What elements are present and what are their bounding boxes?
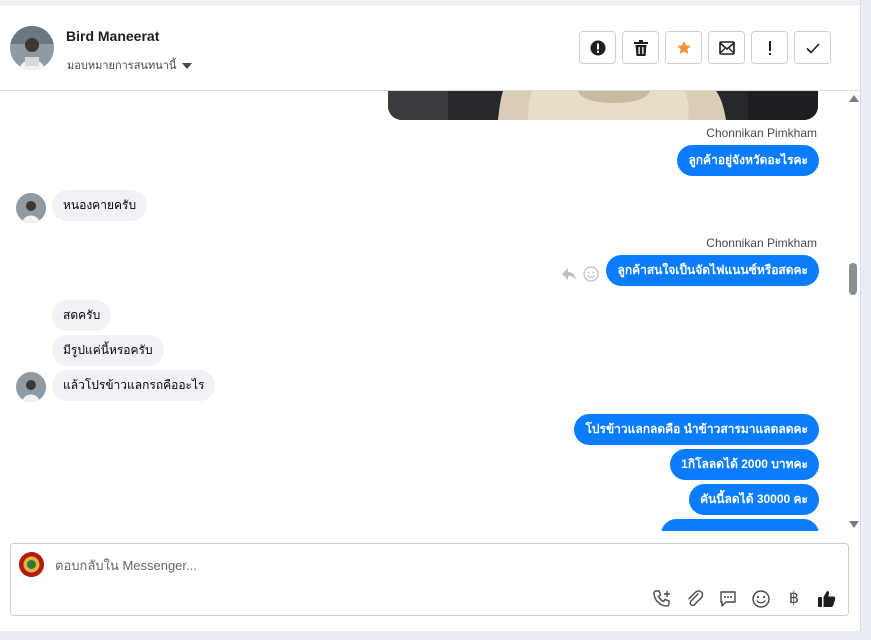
move-to-spam-button[interactable] — [751, 31, 788, 64]
incoming-message[interactable]: สดครับ — [52, 300, 112, 331]
outgoing-message[interactable]: โปรข้าวแลกลดคือ นำข้าวสารมาแลดลดคะ — [574, 414, 819, 445]
sender-name: Chonnikan Pimkham — [706, 126, 817, 140]
saved-reply-icon — [720, 591, 736, 607]
reply-composer: ฿ — [10, 543, 849, 616]
sender-name: Chonnikan Pimkham — [706, 236, 817, 250]
attach-file-button[interactable] — [684, 588, 706, 610]
conversation-actions — [579, 31, 831, 64]
saved-replies-button[interactable] — [717, 588, 739, 610]
messenger-inbox-window: Bird Maneerat มอบหมายการสนทนานี้ Chonnik… — [0, 0, 861, 631]
delete-button[interactable] — [622, 31, 659, 64]
trash-icon — [633, 39, 648, 56]
incoming-message[interactable]: หนองคายครับ — [52, 190, 148, 221]
customer-avatar-small[interactable] — [16, 193, 46, 223]
mark-follow-up-button[interactable] — [579, 31, 616, 64]
add-call-icon — [653, 590, 670, 607]
check-icon — [805, 42, 820, 54]
mark-unread-button[interactable] — [708, 31, 745, 64]
star-icon — [676, 40, 691, 54]
mark-unread-icon — [718, 40, 735, 55]
scroll-up-arrow-icon[interactable] — [849, 95, 859, 102]
reply-input[interactable] — [55, 558, 755, 573]
customer-name[interactable]: Bird Maneerat — [66, 28, 159, 44]
incoming-message[interactable]: มีรูปแค่นี้หรอครับ — [52, 335, 164, 366]
mark-done-button[interactable] — [794, 31, 831, 64]
emoji-icon — [752, 590, 770, 608]
page-avatar — [19, 552, 44, 577]
star-button[interactable] — [665, 31, 702, 64]
outgoing-message[interactable]: ลูกค้าอยู่จังหวัดอะไรคะ — [677, 145, 819, 176]
thread-scrollbar[interactable] — [848, 91, 860, 531]
send-like-button[interactable] — [816, 588, 838, 610]
react-emoji-icon[interactable] — [583, 266, 599, 282]
incoming-message[interactable]: แล้วโปรข้าวแลกรถคืออะไร — [52, 370, 216, 401]
customer-avatar-small[interactable] — [16, 372, 46, 402]
outgoing-message[interactable]: คันนี้ลดได้ 30000 คะ — [689, 484, 819, 515]
outgoing-message[interactable]: 1กิโลลดได้ 2000 บาทคะ — [670, 449, 819, 480]
message-hover-actions — [561, 266, 599, 282]
alert-icon — [590, 40, 605, 55]
customer-avatar[interactable] — [10, 26, 54, 70]
scroll-down-arrow-icon[interactable] — [849, 521, 859, 528]
add-call-button[interactable] — [651, 588, 673, 610]
outgoing-message-partial[interactable] — [661, 519, 819, 531]
baht-icon: ฿ — [788, 590, 800, 607]
car-photo-attachment[interactable] — [388, 91, 818, 120]
spam-icon — [768, 40, 771, 55]
attach-icon — [688, 590, 704, 606]
conversation-header: Bird Maneerat มอบหมายการสนทนานี้ — [0, 5, 860, 91]
emoji-button[interactable] — [750, 588, 772, 610]
message-thread[interactable]: Chonnikan Pimkham ลูกค้าอยู่จังหวัดอะไรค… — [0, 91, 848, 531]
payment-button[interactable]: ฿ — [783, 588, 805, 610]
like-icon — [818, 591, 836, 607]
scroll-thumb[interactable] — [849, 263, 857, 295]
outgoing-message[interactable]: ลูกค้าสนใจเป็นจัดไฟแนนซ์หรือสดคะ — [606, 255, 819, 286]
reply-icon[interactable] — [561, 266, 577, 282]
assign-label: มอบหมายการสนทนานี้ — [67, 60, 177, 72]
assign-conversation-dropdown[interactable]: มอบหมายการสนทนานี้ — [67, 56, 193, 74]
caret-down-icon — [182, 62, 193, 69]
composer-tools: ฿ — [651, 588, 838, 610]
